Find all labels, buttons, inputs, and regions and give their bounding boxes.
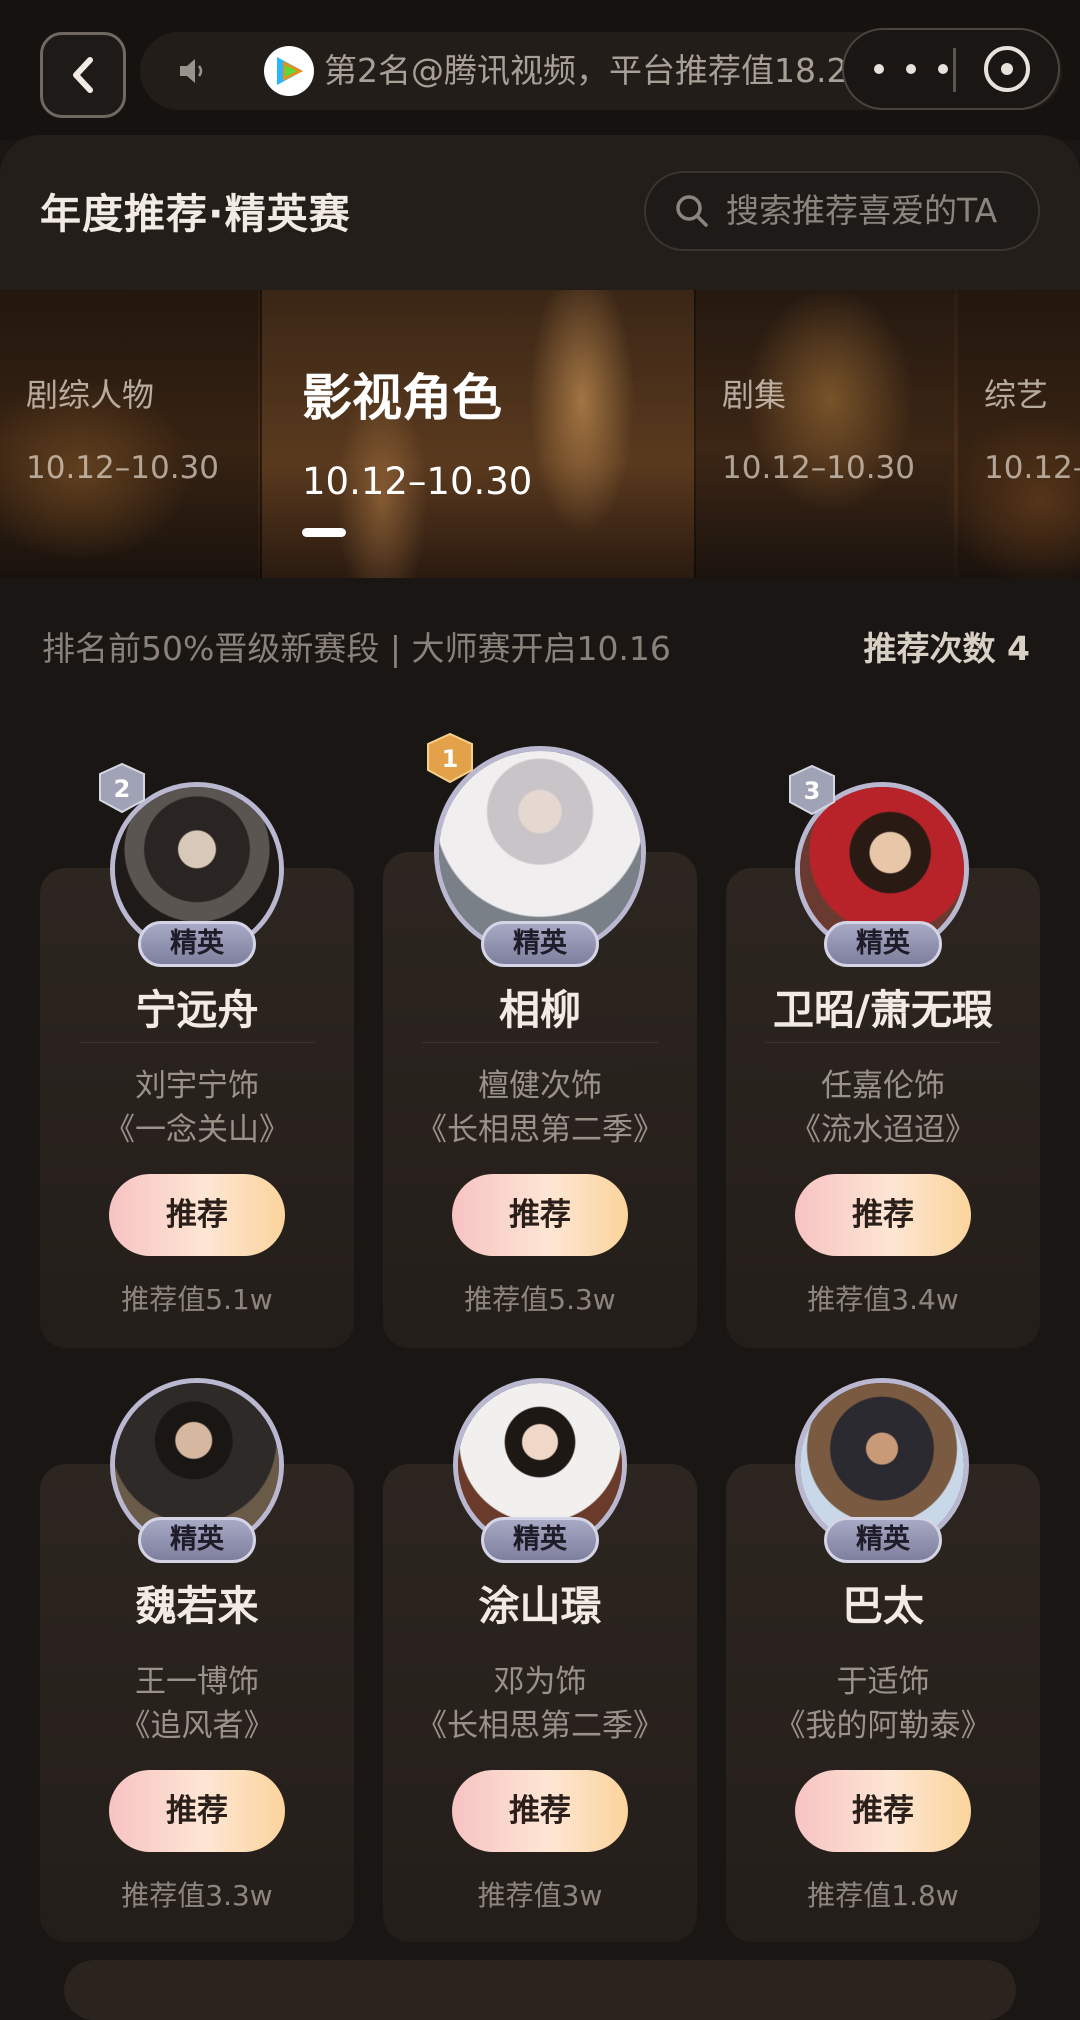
elite-tag: 精英 — [138, 921, 256, 967]
back-button[interactable] — [40, 32, 126, 118]
recommend-score: 推荐值3.4w — [807, 1283, 959, 1316]
role-name: 相柳 — [499, 986, 581, 1034]
recommend-score: 推荐值3.3w — [121, 1879, 273, 1912]
show-title: 《流水迢迢》 — [790, 1112, 976, 1148]
show-title: 《长相思第二季》 — [416, 1708, 664, 1744]
tab-label: 剧综人物 — [26, 376, 155, 414]
tab-date: 10.12–10.30 — [302, 460, 533, 503]
role-name: 卫昭/萧无瑕 — [773, 986, 993, 1034]
recommend-button[interactable]: 推荐 — [452, 1770, 628, 1852]
search-input[interactable]: 搜索推荐喜爱的TA — [644, 171, 1040, 251]
search-icon — [676, 195, 708, 227]
category-tabs: 剧综人物 10.12–10.30 影视角色 10.12–10.30 剧集 10.… — [0, 290, 1080, 578]
actor-name: 任嘉伦饰 — [821, 1068, 945, 1104]
elite-tag: 精英 — [824, 1517, 942, 1563]
recommend-button[interactable]: 推荐 — [795, 1174, 971, 1256]
top-bar: 第2名@腾讯视频，平台推荐值18.2w — [0, 0, 1080, 140]
recommend-button[interactable]: 推荐 — [795, 1770, 971, 1852]
rank-badge-gold-icon: 1 — [427, 732, 473, 784]
recommend-score: 推荐值5.1w — [121, 1283, 273, 1316]
next-row-peek — [64, 1960, 1016, 2020]
recommend-score: 推荐值3w — [477, 1879, 603, 1912]
actor-name: 邓为饰 — [493, 1664, 587, 1700]
tab-film-tv-role[interactable]: 影视角色 10.12–10.30 — [262, 290, 694, 578]
recommend-count: 推荐次数 4 — [863, 629, 1030, 668]
card-divider — [79, 1042, 315, 1043]
more-dots-icon[interactable] — [874, 48, 948, 90]
rank-number: 3 — [804, 777, 821, 805]
role-name: 魏若来 — [135, 1582, 259, 1630]
recommend-button[interactable]: 推荐 — [452, 1174, 628, 1256]
header-panel: 年度推荐·精英赛 搜索推荐喜爱的TA — [0, 135, 1080, 315]
rank-badge-silver-icon: 3 — [789, 764, 835, 816]
recommend-button[interactable]: 推荐 — [109, 1174, 285, 1256]
role-name: 涂山璟 — [478, 1582, 602, 1630]
tab-label: 剧集 — [722, 376, 787, 414]
speaker-icon — [180, 59, 203, 83]
competition-rule-text: 排名前50%晋级新赛段 | 大师赛开启10.16 — [42, 629, 671, 668]
mini-program-capsule — [842, 28, 1060, 110]
role-name: 巴太 — [842, 1582, 924, 1630]
tencent-video-logo — [264, 46, 314, 96]
actor-name: 刘宇宁饰 — [135, 1068, 259, 1104]
active-tab-indicator — [302, 528, 346, 537]
show-title: 《一念关山》 — [104, 1112, 290, 1148]
tab-date: 10.12–10.30 — [722, 450, 915, 486]
actor-name: 王一博饰 — [135, 1664, 259, 1700]
page-title: 年度推荐·精英赛 — [40, 190, 351, 238]
elite-tag: 精英 — [481, 1517, 599, 1563]
card-divider — [765, 1042, 1001, 1043]
card-divider — [422, 1042, 658, 1043]
actor-name: 于适饰 — [836, 1664, 930, 1700]
capsule-divider — [953, 48, 956, 92]
recommend-score: 推荐值1.8w — [807, 1879, 959, 1912]
elite-tag: 精英 — [138, 1517, 256, 1563]
tab-label: 影视角色 — [302, 369, 502, 427]
show-title: 《追风者》 — [119, 1708, 275, 1744]
tab-date: 10.12– — [984, 450, 1080, 486]
search-placeholder: 搜索推荐喜爱的TA — [726, 191, 998, 230]
rank-number: 1 — [442, 745, 459, 773]
back-chevron-icon — [73, 57, 93, 93]
show-title: 《长相思第二季》 — [416, 1112, 664, 1148]
rank-badge-silver-icon: 2 — [99, 762, 145, 814]
role-name: 宁远舟 — [135, 986, 259, 1034]
ticker-text: 第2名@腾讯视频，平台推荐值18.2w — [324, 51, 864, 90]
tab-label: 综艺 — [984, 376, 1049, 414]
actor-name: 檀健次饰 — [478, 1068, 602, 1104]
elite-tag: 精英 — [824, 921, 942, 967]
elite-tag: 精英 — [481, 921, 599, 967]
rank-number: 2 — [114, 775, 131, 803]
recommend-button[interactable]: 推荐 — [109, 1770, 285, 1852]
show-title: 《我的阿勒泰》 — [774, 1708, 992, 1744]
tab-date: 10.12–10.30 — [26, 450, 219, 486]
tab-variety[interactable]: 综艺 10.12– — [958, 290, 1080, 578]
recommend-score: 推荐值5.3w — [464, 1283, 616, 1316]
tab-series[interactable]: 剧集 10.12–10.30 — [696, 290, 954, 578]
close-circle-icon[interactable] — [984, 46, 1030, 92]
tab-drama-variety-person[interactable]: 剧综人物 10.12–10.30 — [0, 290, 258, 578]
